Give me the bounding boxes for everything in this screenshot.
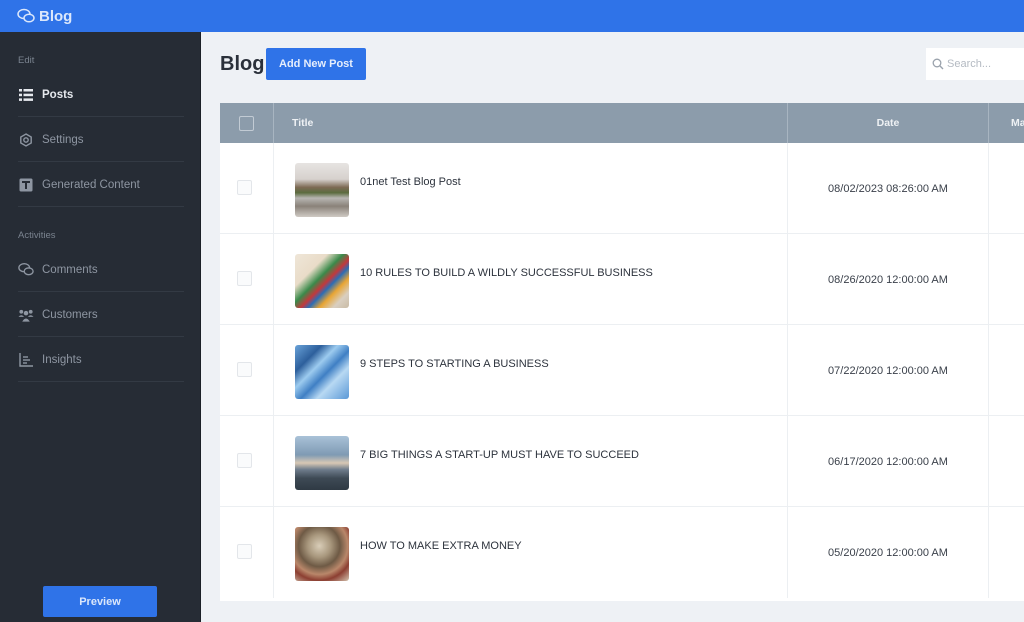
post-thumbnail-coins-jar [295, 527, 349, 581]
sidebar-item-label: Posts [42, 88, 74, 101]
select-all-checkbox[interactable] [239, 115, 254, 131]
title-cell: 7 BIG THINGS A START-UP MUST HAVE TO SUC… [274, 416, 788, 507]
title-cell: 9 STEPS TO STARTING A BUSINESS [274, 325, 788, 416]
date-cell: 08/02/2023 08:26:00 AM [788, 143, 989, 234]
sidebar-item-label: Comments [42, 263, 98, 276]
sidebar-item-posts[interactable]: Posts [18, 73, 184, 117]
post-title[interactable]: HOW TO MAKE EXTRA MONEY [360, 540, 522, 552]
add-new-post-button[interactable]: Add New Post [266, 48, 366, 80]
search-input[interactable] [947, 58, 1024, 70]
post-date: 08/02/2023 08:26:00 AM [828, 183, 948, 195]
sidebar: Edit Posts Settings Generated Content Ac… [0, 32, 201, 622]
post-date: 07/22/2020 12:00:00 AM [828, 365, 948, 377]
main-content: Blog Add New Post Title Date Ma 01net Te… [202, 32, 1024, 622]
post-date: 08/26/2020 12:00:00 AM [828, 274, 948, 286]
sidebar-item-customers[interactable]: Customers [18, 293, 184, 337]
header-date[interactable]: Date [788, 103, 989, 143]
chat-bubbles-icon [17, 8, 35, 23]
date-cell: 07/22/2020 12:00:00 AM [788, 325, 989, 416]
title-cell: 01net Test Blog Post [274, 143, 788, 234]
search-icon [932, 58, 944, 70]
post-title[interactable]: 7 BIG THINGS A START-UP MUST HAVE TO SUC… [360, 449, 639, 461]
sidebar-item-insights[interactable]: Insights [18, 338, 184, 382]
extra-cell [989, 416, 1024, 507]
extra-cell [989, 143, 1024, 234]
row-checkbox[interactable] [237, 453, 252, 468]
posts-table: Title Date Ma 01net Test Blog Post 08/02… [220, 103, 1024, 601]
post-date: 06/17/2020 12:00:00 AM [828, 456, 948, 468]
title-cell: 10 RULES TO BUILD A WILDLY SUCCESSFUL BU… [274, 234, 788, 325]
date-cell: 08/26/2020 12:00:00 AM [788, 234, 989, 325]
post-title[interactable]: 9 STEPS TO STARTING A BUSINESS [360, 358, 549, 370]
post-thumbnail-colorful-blocks [295, 254, 349, 308]
chart-icon [18, 352, 34, 368]
post-thumbnail-lake-mountains [295, 163, 349, 217]
row-checkbox[interactable] [237, 271, 252, 286]
post-date: 05/20/2020 12:00:00 AM [828, 547, 948, 559]
table-row[interactable]: 10 RULES TO BUILD A WILDLY SUCCESSFUL BU… [220, 234, 1024, 325]
select-cell [220, 507, 274, 598]
calendar-icon [18, 177, 34, 193]
header-select-cell [220, 103, 274, 143]
sidebar-item-generated-content[interactable]: Generated Content [18, 163, 184, 207]
title-cell: HOW TO MAKE EXTRA MONEY [274, 507, 788, 598]
select-cell [220, 416, 274, 507]
gear-icon [18, 132, 34, 148]
page-title: Blog [220, 53, 265, 75]
table-row[interactable]: 01net Test Blog Post 08/02/2023 08:26:00… [220, 143, 1024, 234]
header-ma[interactable]: Ma [989, 103, 1024, 143]
table-header: Title Date Ma [220, 103, 1024, 143]
post-title[interactable]: 10 RULES TO BUILD A WILDLY SUCCESSFUL BU… [360, 267, 653, 279]
extra-cell [989, 234, 1024, 325]
header-title[interactable]: Title [274, 103, 788, 143]
row-checkbox[interactable] [237, 544, 252, 559]
post-title[interactable]: 01net Test Blog Post [360, 176, 461, 188]
date-cell: 06/17/2020 12:00:00 AM [788, 416, 989, 507]
select-cell [220, 143, 274, 234]
section-label-activities: Activities [18, 230, 56, 241]
row-checkbox[interactable] [237, 180, 252, 195]
select-cell [220, 325, 274, 416]
extra-cell [989, 325, 1024, 416]
table-row[interactable]: 9 STEPS TO STARTING A BUSINESS 07/22/202… [220, 325, 1024, 416]
sidebar-item-comments[interactable]: Comments [18, 248, 184, 292]
row-checkbox[interactable] [237, 362, 252, 377]
sidebar-item-label: Customers [42, 308, 98, 321]
app-title: Blog [39, 7, 73, 25]
app-header: Blog [0, 0, 1024, 32]
section-label-edit: Edit [18, 55, 35, 66]
users-icon [18, 307, 34, 323]
list-icon [18, 87, 34, 103]
extra-cell [989, 507, 1024, 598]
sidebar-item-label: Settings [42, 133, 84, 146]
chat-bubbles-icon [18, 262, 34, 278]
select-cell [220, 234, 274, 325]
sidebar-item-settings[interactable]: Settings [18, 118, 184, 162]
post-thumbnail-blue-abstract [295, 345, 349, 399]
preview-button[interactable]: Preview [43, 586, 157, 617]
table-row[interactable]: HOW TO MAKE EXTRA MONEY 05/20/2020 12:00… [220, 507, 1024, 598]
sidebar-item-label: Insights [42, 353, 82, 366]
search-box[interactable] [926, 48, 1024, 80]
sidebar-item-label: Generated Content [42, 178, 140, 191]
table-row[interactable]: 7 BIG THINGS A START-UP MUST HAVE TO SUC… [220, 416, 1024, 507]
post-thumbnail-person-on-cliff [295, 436, 349, 490]
date-cell: 05/20/2020 12:00:00 AM [788, 507, 989, 598]
